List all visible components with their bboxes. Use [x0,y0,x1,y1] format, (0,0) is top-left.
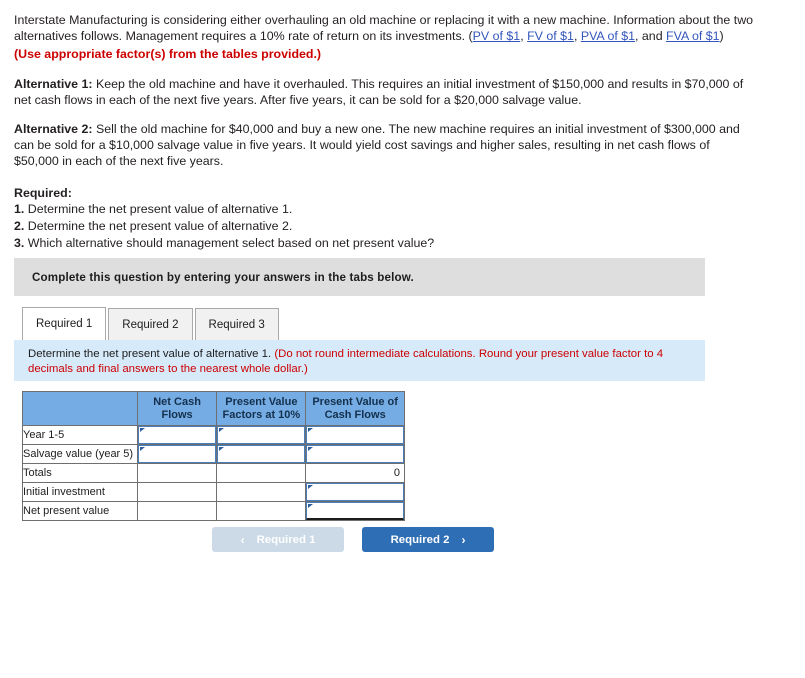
cell-initial-pvf [216,482,307,502]
cell-year15-ncf[interactable] [136,425,218,445]
table-row: Initial investment [22,482,405,502]
input-initial-pvcf[interactable] [306,483,404,501]
question-page: Interstate Manufacturing is considering … [0,0,805,678]
cell-salvage-ncf[interactable] [136,444,218,464]
requirement-tabs: Required 1 Required 2 Required 3 [22,307,281,340]
problem-statement: Interstate Manufacturing is considering … [0,0,805,252]
table-header-row: Net Cash Flows Present Value Factors at … [22,391,405,426]
input-npv-pvcf[interactable] [306,502,404,520]
tab-required-1-label: Required 1 [36,318,93,330]
cell-salvage-pvcf[interactable] [305,444,405,464]
cell-totals-ncf [136,463,218,483]
cell-npv-ncf [136,501,218,521]
table-row: Totals 0 [22,463,405,483]
row-label-year-1-5: Year 1-5 [22,425,138,445]
column-header-net-cash-flows: Net Cash Flows [136,391,218,426]
alternative-2-text: Sell the old machine for $40,000 and buy… [14,122,740,169]
intro-paragraph: Interstate Manufacturing is considering … [14,12,757,44]
cell-initial-pvcf[interactable] [305,482,405,502]
pva-of-1-link[interactable]: PVA of $1 [581,29,635,43]
use-factors-note: (Use appropriate factor(s) from the tabl… [14,47,322,62]
alternative-2-label: Alternative 2: [14,122,93,137]
cell-year15-pvf[interactable] [216,425,307,445]
table-body: Year 1-5 Salvage value (year 5) Totals 0… [22,425,405,521]
alternative-1-label: Alternative 1: [14,76,93,91]
previous-requirement-button[interactable]: ‹ Required 1 [212,527,344,552]
row-label-salvage-value: Salvage value (year 5) [22,444,138,464]
cell-year15-pvcf[interactable] [305,425,405,445]
tab-required-2[interactable]: Required 2 [108,308,193,340]
table-header: Net Cash Flows Present Value Factors at … [22,391,405,426]
input-year15-pvf[interactable] [217,426,306,444]
tab-required-3[interactable]: Required 3 [194,308,279,340]
tab-required-2-label: Required 2 [122,318,179,331]
required-item-2: 2. Determine the net present value of al… [14,218,757,235]
next-requirement-label: Required 2 [390,533,450,546]
previous-requirement-label: Required 1 [256,533,316,546]
complete-question-banner-text: Complete this question by entering your … [32,270,414,284]
alternative-2-paragraph: Alternative 2: Sell the old machine for … [14,121,757,170]
next-requirement-button[interactable]: Required 2 › [362,527,494,552]
pv-of-1-link[interactable]: PV of $1 [473,29,521,43]
chevron-left-icon: ‹ [240,532,245,547]
required-section: Required: 1. Determine the net present v… [14,185,757,252]
alternative-1-text: Keep the old machine and have it overhau… [14,76,744,107]
column-header-pv-factors: Present Value Factors at 10% [216,391,307,426]
link-sep-2: , [573,29,581,44]
alternative-1-paragraph: Alternative 1: Keep the old machine and … [14,76,757,108]
requirement-instruction-box: Determine the net present value of alter… [14,340,705,381]
tab-navigation: ‹ Required 1 Required 2 › [212,527,494,552]
table-row: Net present value [22,501,405,521]
cell-initial-ncf [136,482,218,502]
input-salvage-pvcf[interactable] [306,445,404,463]
input-year15-pvcf[interactable] [306,426,404,444]
cell-totals-pvf [216,463,307,483]
row-label-initial-investment: Initial investment [22,482,138,502]
column-header-blank [22,391,138,426]
table-row: Salvage value (year 5) [22,444,405,464]
chevron-right-icon: › [461,532,466,547]
input-salvage-ncf[interactable] [137,445,217,463]
intro-close-paren: ) [719,29,724,44]
required-item-1: 1. Determine the net present value of al… [14,201,757,218]
required-item-2-text: Determine the net present value of alter… [24,218,293,233]
required-item-3: 3. Which alternative should management s… [14,235,757,252]
complete-question-banner: Complete this question by entering your … [14,258,705,296]
table-row: Year 1-5 [22,425,405,445]
link-sep-3: , and [635,29,667,44]
required-item-1-text: Determine the net present value of alter… [24,201,293,216]
tab-required-3-label: Required 3 [208,318,265,331]
input-salvage-pvf[interactable] [217,445,306,463]
required-heading: Required: [14,185,72,200]
tab-required-1[interactable]: Required 1 [22,307,107,340]
cell-npv-pvcf[interactable] [305,501,405,521]
required-item-1-number: 1. [14,201,25,216]
row-label-totals: Totals [22,463,138,483]
required-item-2-number: 2. [14,218,25,233]
value-totals-pvcf: 0 [393,467,400,479]
cell-totals-pvcf: 0 [305,463,405,483]
npv-answer-table: Net Cash Flows Present Value Factors at … [22,391,405,521]
column-header-pv-of-cash-flows: Present Value of Cash Flows [305,391,405,426]
row-label-net-present-value: Net present value [22,501,138,521]
requirement-instruction-line: Determine the net present value of alter… [28,347,695,376]
fva-of-1-link[interactable]: FVA of $1 [666,29,720,43]
fv-of-1-link[interactable]: FV of $1 [527,29,574,43]
required-item-3-number: 3. [14,235,25,250]
input-year15-ncf[interactable] [137,426,217,444]
requirement-instruction-main: Determine the net present value of alter… [28,348,275,360]
required-item-3-text: Which alternative should management sele… [24,235,435,250]
cell-salvage-pvf[interactable] [216,444,307,464]
cell-npv-pvf [216,501,307,521]
